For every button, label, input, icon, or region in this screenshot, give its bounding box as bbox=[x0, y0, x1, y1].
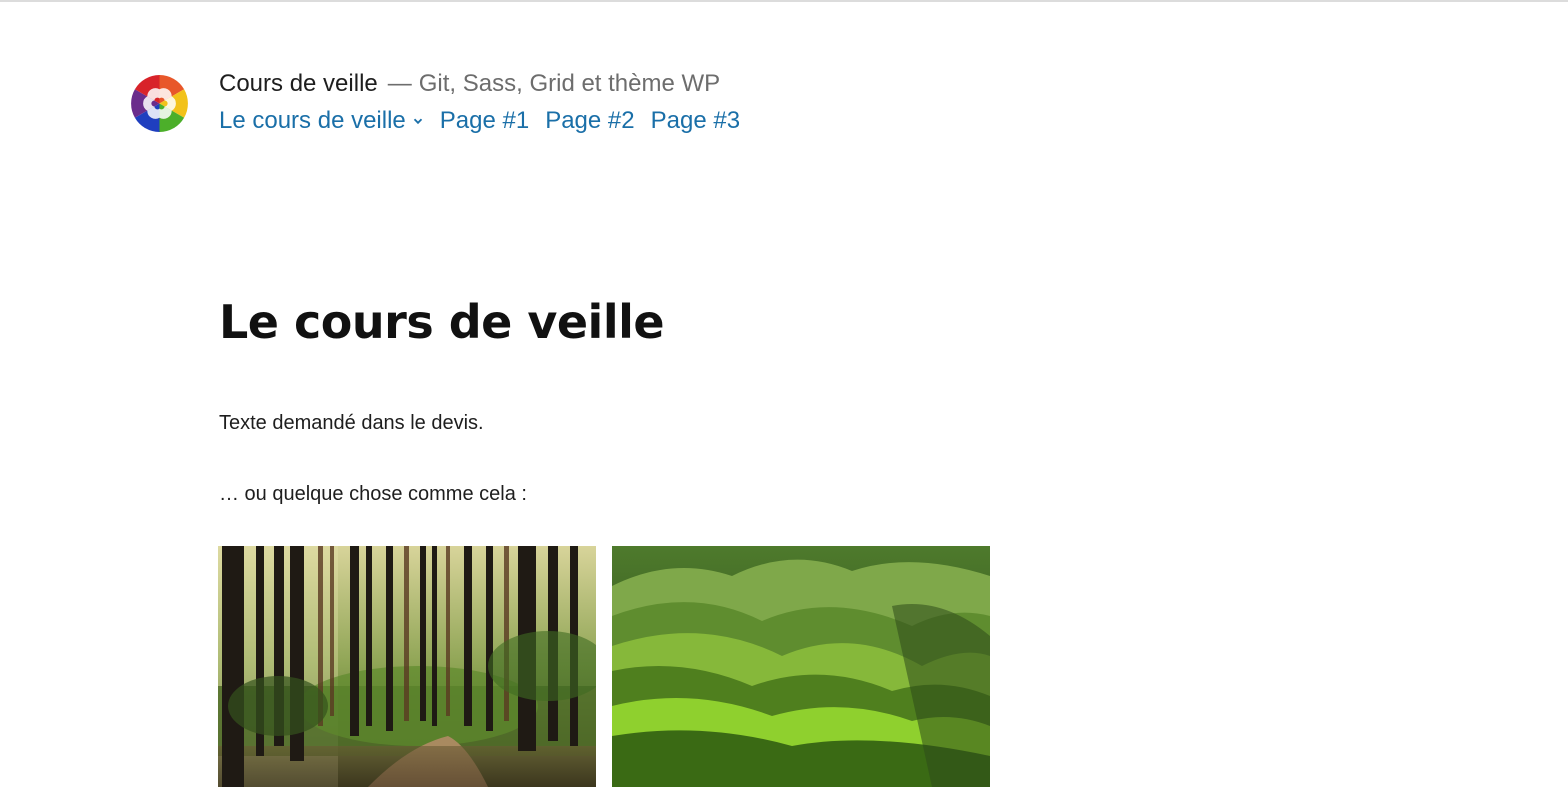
title-separator: — bbox=[387, 70, 412, 97]
nav-item-page-3[interactable]: Page #3 bbox=[651, 105, 740, 137]
green-hills-image[interactable] bbox=[612, 546, 990, 787]
site-title-link[interactable]: Cours de veille bbox=[219, 70, 378, 97]
image-gallery bbox=[218, 546, 990, 787]
swirl-logo-icon[interactable] bbox=[129, 73, 190, 134]
page-title: Le cours de veille bbox=[219, 295, 665, 349]
top-border bbox=[0, 0, 1568, 2]
primary-navigation: Le cours de veille Page #1 Page #2 Page … bbox=[219, 105, 756, 137]
forest-image[interactable] bbox=[218, 546, 596, 787]
paragraph-2: … ou quelque chose comme cela : bbox=[219, 483, 527, 505]
site-description: Git, Sass, Grid et thème WP bbox=[418, 70, 721, 97]
site-branding: Cours de veille — Git, Sass, Grid et thème… bbox=[219, 68, 720, 100]
paragraph-1: Texte demandé dans le devis. bbox=[219, 412, 484, 434]
nav-item-label: Le cours de veille bbox=[219, 107, 406, 134]
nav-item-page-1[interactable]: Page #1 bbox=[440, 105, 529, 137]
nav-item-le-cours-de-veille[interactable]: Le cours de veille bbox=[219, 105, 424, 137]
nav-item-page-2[interactable]: Page #2 bbox=[545, 105, 634, 137]
chevron-down-icon[interactable] bbox=[412, 115, 424, 127]
